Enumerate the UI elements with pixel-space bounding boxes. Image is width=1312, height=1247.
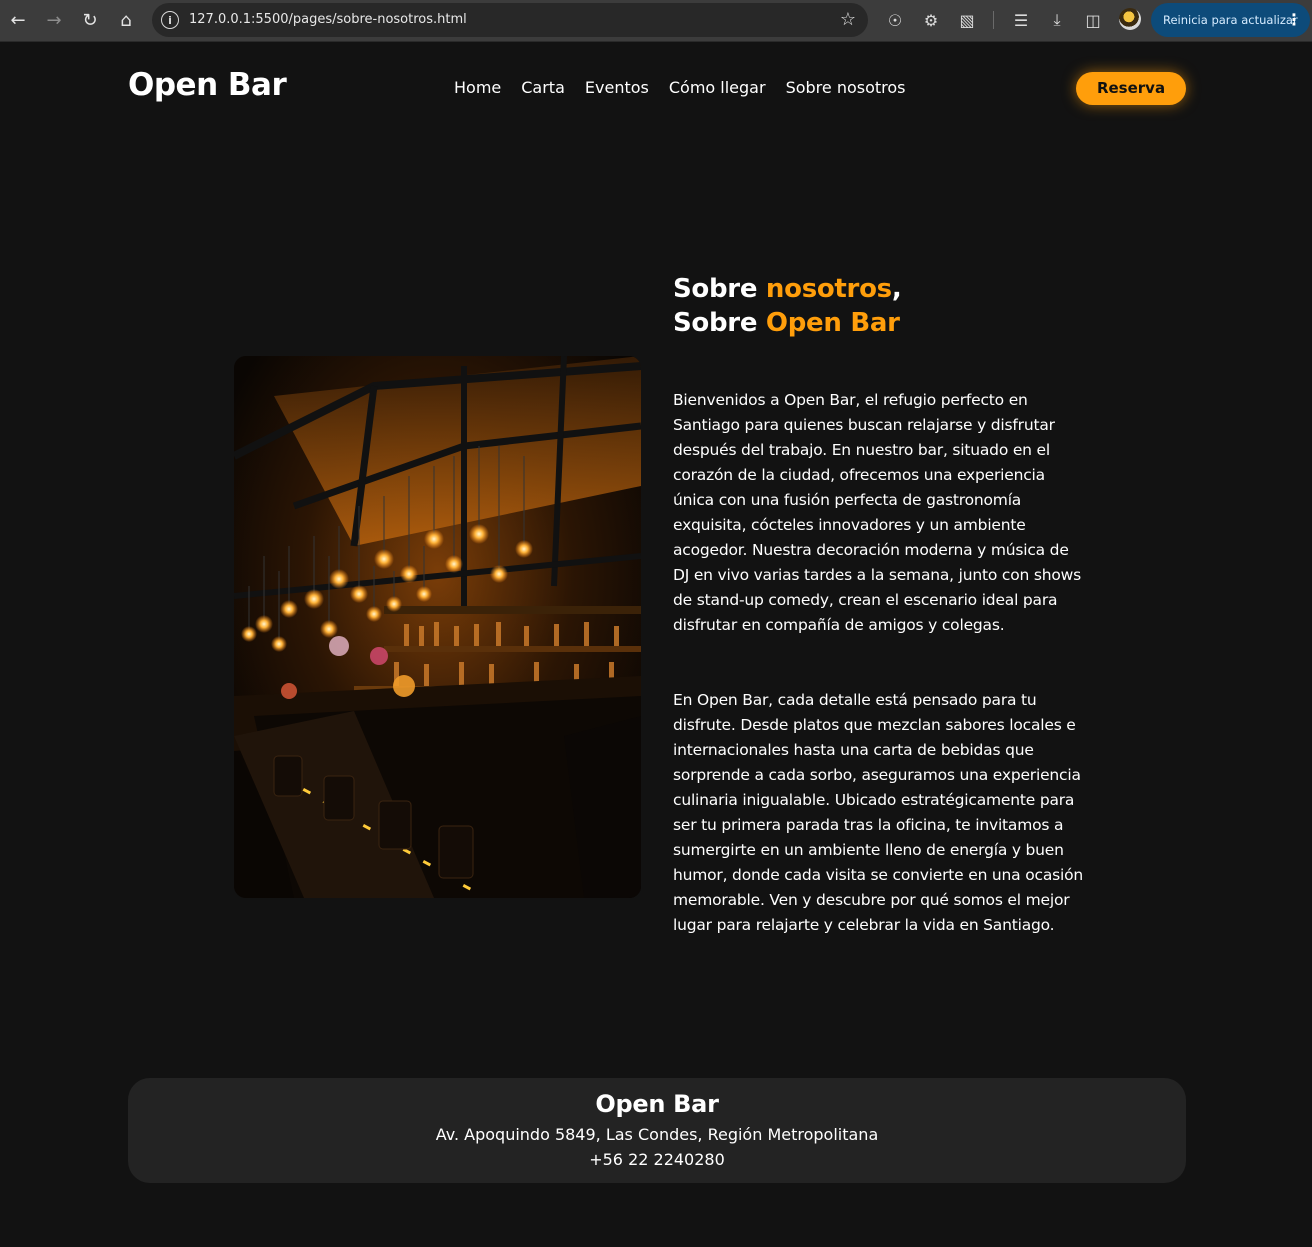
bar-interior-photo — [234, 356, 641, 898]
footer-phone: +56 22 2240280 — [589, 1150, 725, 1169]
heading-line1-accent: nosotros — [765, 274, 892, 304]
compass-icon[interactable]: ☉ — [884, 9, 906, 31]
address-url[interactable]: 127.0.0.1:5500/pages/sobre-nosotros.html — [189, 3, 467, 37]
back-icon[interactable]: ← — [6, 9, 30, 33]
side-panel-icon[interactable]: ◫ — [1082, 9, 1104, 31]
footer-address: Av. Apoquindo 5849, Las Condes, Región M… — [435, 1125, 879, 1144]
page-title: Sobre nosotros, Sobre Open Bar — [673, 272, 902, 340]
gear-extension-icon[interactable]: ⚙ — [920, 9, 942, 31]
nav-sobre-nosotros[interactable]: Sobre nosotros — [786, 78, 906, 97]
heading-line1-text: Sobre — [673, 274, 766, 304]
heading-line2-accent: Open Bar — [765, 308, 900, 338]
media-queue-icon[interactable]: ☰ — [1010, 9, 1032, 31]
reserve-button[interactable]: Reserva — [1076, 72, 1186, 105]
site-logo[interactable]: Open Bar — [128, 67, 287, 103]
nav-eventos[interactable]: Eventos — [585, 78, 649, 97]
nav-home[interactable]: Home — [454, 78, 501, 97]
nav-como-llegar[interactable]: Cómo llegar — [669, 78, 766, 97]
heading-line2-text: Sobre — [673, 308, 766, 338]
bookmark-star-icon[interactable]: ☆ — [840, 9, 856, 30]
about-paragraph-1: Bienvenidos a Open Bar, el refugio perfe… — [673, 391, 1081, 634]
menu-dots-icon[interactable]: ⋮ — [1286, 3, 1302, 37]
update-label: Reinicia para actualizar — [1163, 13, 1298, 27]
about-paragraph-2: En Open Bar, cada detalle está pensado p… — [673, 691, 1083, 934]
update-button[interactable]: Reinicia para actualizar ⋮ — [1151, 3, 1310, 37]
home-icon[interactable]: ⌂ — [114, 9, 138, 33]
reload-icon[interactable]: ↻ — [78, 9, 102, 33]
nav-carta[interactable]: Carta — [521, 78, 565, 97]
browser-toolbar: ← → ↻ ⌂ i 127.0.0.1:5500/pages/sobre-nos… — [0, 0, 1312, 42]
address-bar[interactable]: i 127.0.0.1:5500/pages/sobre-nosotros.ht… — [152, 3, 868, 37]
site-info-icon[interactable]: i — [161, 11, 179, 29]
footer-card: Open Bar Av. Apoquindo 5849, Las Condes,… — [128, 1078, 1186, 1183]
download-icon[interactable]: ⤓ — [1046, 9, 1068, 31]
heading-line1-end: , — [891, 274, 902, 304]
forward-icon[interactable]: → — [42, 9, 66, 33]
puzzle-extensions-icon[interactable]: ▧ — [956, 9, 978, 31]
profile-avatar[interactable] — [1119, 8, 1141, 30]
footer-title: Open Bar — [595, 1090, 719, 1118]
toolbar-divider — [993, 11, 994, 29]
main-nav: Home Carta Eventos Cómo llegar Sobre nos… — [454, 78, 906, 97]
